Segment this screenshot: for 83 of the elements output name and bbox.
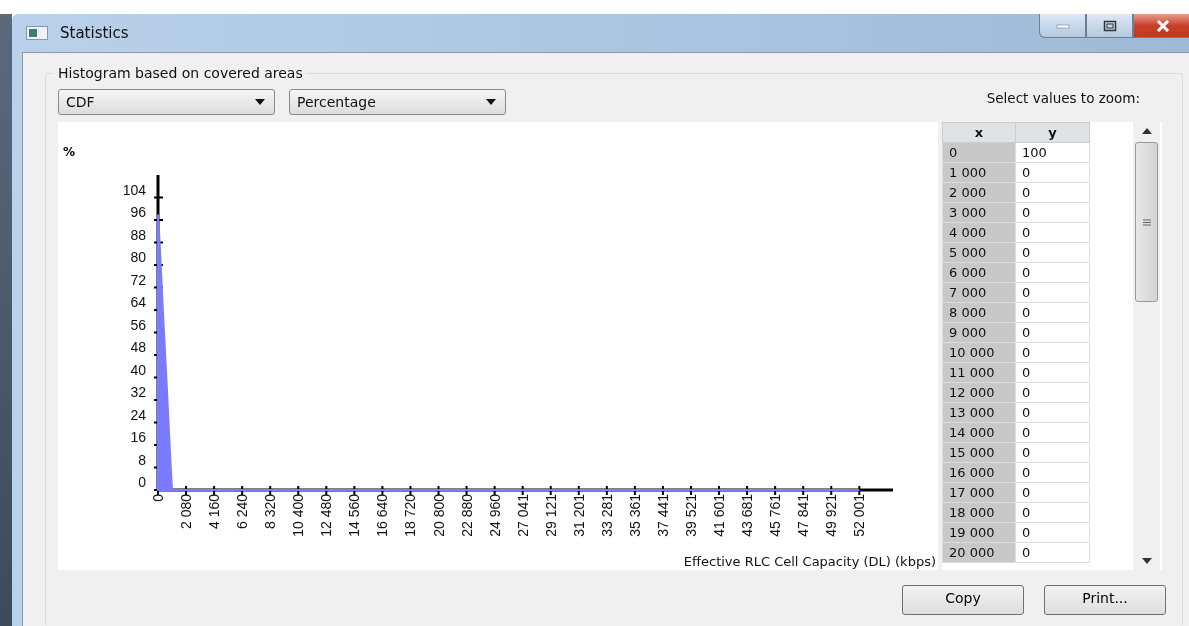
table-cell: 17 000 — [942, 482, 1016, 503]
y-tick-label: 40 — [130, 361, 146, 378]
window-icon — [26, 26, 48, 40]
x-tick-label: 41 601 — [711, 494, 728, 537]
minimize-icon — [1055, 22, 1070, 29]
table-cell: 20 000 — [942, 542, 1016, 563]
close-button[interactable] — [1133, 14, 1189, 38]
x-tick-label: 16 640 — [374, 494, 391, 537]
x-axis-label: Effective RLC Cell Capacity (DL) (kbps) — [683, 554, 936, 569]
table-cell: 9 000 — [942, 322, 1016, 343]
x-tick-label: 4 160 — [206, 494, 223, 530]
x-tick-label: 33 281 — [598, 494, 615, 537]
x-tick-label: 18 720 — [402, 494, 419, 537]
x-tick-label: 31 201 — [570, 494, 587, 537]
table-cell: 15 000 — [942, 442, 1016, 463]
table-cell: 3 000 — [942, 202, 1016, 223]
table-cell: 12 000 — [942, 382, 1016, 403]
table-cell: 16 000 — [942, 462, 1016, 483]
x-tick-label: 8 320 — [262, 494, 279, 530]
x-tick-label: 10 400 — [290, 494, 307, 537]
table-cell: 2 000 — [942, 182, 1016, 203]
table-cell: 11 000 — [942, 362, 1016, 383]
x-tick-label: 47 841 — [795, 494, 812, 537]
scroll-up-icon[interactable] — [1141, 128, 1152, 134]
y-tick-label: 56 — [130, 316, 146, 333]
column-header: y — [1015, 122, 1090, 143]
x-tick-label: 22 880 — [458, 494, 475, 537]
y-tick-label: 80 — [130, 249, 146, 265]
y-tick-label: 104 — [122, 181, 146, 198]
dialog-button[interactable]: Copy — [902, 585, 1024, 615]
caret-icon — [486, 99, 496, 105]
x-tick-label: 2 080 — [178, 494, 195, 530]
table-cell: 19 000 — [942, 522, 1016, 543]
dialog-button[interactable]: Print... — [1044, 585, 1166, 615]
scroll-down-icon[interactable] — [1141, 558, 1152, 564]
y-tick-label: 88 — [130, 226, 146, 243]
x-tick-label: 24 960 — [486, 494, 503, 537]
x-tick-label: 27 041 — [514, 494, 531, 537]
y-tick-label: 48 — [130, 339, 146, 355]
y-tick-label: 16 — [130, 429, 146, 445]
x-tick-label: 35 361 — [626, 494, 643, 537]
table-cell: 1 000 — [942, 162, 1016, 183]
y-tick-label: 64 — [130, 294, 146, 310]
maximize-button[interactable] — [1086, 14, 1133, 38]
table-cell: 0 — [942, 142, 1016, 163]
x-tick-label: 29 121 — [542, 494, 559, 537]
dropdown[interactable]: CDF — [58, 89, 275, 115]
y-tick-label: 32 — [130, 384, 146, 400]
close-icon — [1155, 19, 1171, 32]
x-tick-label: 14 560 — [346, 494, 363, 537]
table-cell: 7 000 — [942, 282, 1016, 303]
table-cell: 4 000 — [942, 222, 1016, 243]
column-header: x — [942, 122, 1016, 143]
table-cell: 10 000 — [942, 342, 1016, 363]
y-tick-label: 72 — [130, 271, 146, 288]
table-cell: 13 000 — [942, 402, 1016, 423]
dropdown[interactable]: Percentage — [289, 89, 506, 115]
scrollbar-thumb[interactable] — [1135, 142, 1158, 302]
x-tick-label: 52 001 — [851, 494, 868, 537]
x-tick-label: 6 240 — [234, 494, 251, 530]
x-tick-label: 20 800 — [430, 494, 447, 537]
maximize-icon — [1102, 19, 1117, 32]
y-axis-label: % — [63, 145, 76, 159]
x-tick-label: 45 761 — [767, 494, 784, 537]
y-tick-label: 0 — [138, 474, 146, 490]
table-cell: 14 000 — [942, 422, 1016, 443]
table-cell: 18 000 — [942, 502, 1016, 523]
y-tick-label: 8 — [138, 451, 146, 468]
window-title: Statistics — [60, 24, 129, 42]
table-cell: 6 000 — [942, 262, 1016, 283]
x-tick-label: 12 480 — [318, 494, 335, 537]
caret-icon — [255, 99, 265, 105]
x-tick-label: 0 — [150, 494, 166, 502]
zoom-label: Select values to zoom: — [986, 90, 1140, 106]
table-cell: 5 000 — [942, 242, 1016, 263]
y-tick-label: 96 — [130, 204, 146, 220]
y-tick-label: 24 — [130, 406, 146, 423]
group-title: Histogram based on covered areas — [54, 65, 307, 81]
x-tick-label: 37 441 — [654, 494, 671, 537]
x-tick-label: 39 521 — [683, 494, 699, 537]
x-tick-label: 49 921 — [823, 494, 840, 537]
table-cell: 8 000 — [942, 302, 1016, 323]
x-tick-label: 43 681 — [739, 494, 756, 537]
